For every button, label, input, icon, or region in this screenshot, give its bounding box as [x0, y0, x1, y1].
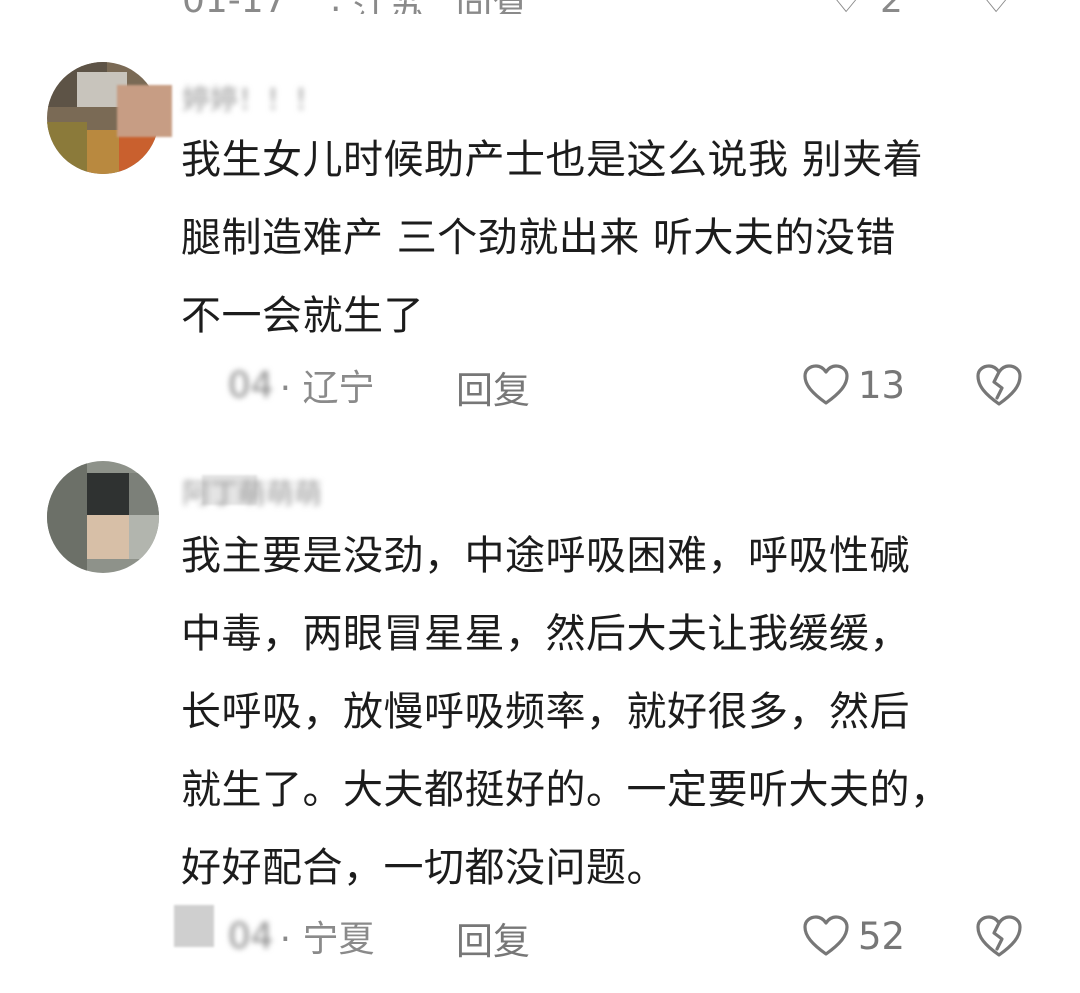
comment-meta: 04 · 辽宁	[182, 360, 375, 410]
previous-comment-location: · 江苏	[330, 0, 425, 14]
reply-button[interactable]: 回复	[456, 360, 530, 414]
previous-comment-date: 01-17	[182, 0, 287, 14]
previous-comment-meta: 01-17 · 江苏 回复 ♡ 2 ♡	[0, 0, 1080, 14]
comment-text-line: 我主要是没劲，中途呼吸困难，呼吸性碱	[181, 533, 910, 579]
comment-username[interactable]: 阿丁萌萌萌	[182, 472, 322, 512]
comment-text-line: 我生女儿时候助产士也是这么说我 别夹着	[181, 137, 924, 183]
comment-text-line: 中毒，两眼冒星星，然后大夫让我缓缓，	[181, 611, 910, 657]
heart-icon	[803, 915, 849, 956]
previous-comment-like-count: 2	[880, 0, 903, 14]
comment-text-line: 长呼吸，放慢呼吸频率，就好很多，然后	[181, 689, 910, 735]
comment-text-line: 好好配合，一切都没问题。	[181, 845, 667, 891]
comment-text: 我生女儿时候助产士也是这么说我 别夹着 腿制造难产 三个劲就出来 听大夫的没错 …	[181, 121, 1041, 355]
reply-button[interactable]: 回复	[456, 911, 530, 965]
comment-meta: 04 · 宁夏	[182, 911, 375, 961]
comment-location: · 辽宁	[279, 368, 375, 409]
previous-comment-like-icon[interactable]: ♡	[830, 0, 862, 14]
comment-text: 我主要是没劲，中途呼吸困难，呼吸性碱 中毒，两眼冒星星，然后大夫让我缓缓， 长呼…	[181, 517, 1041, 907]
comment-text-line: 就生了。大夫都挺好的。一定要听大夫的，	[181, 767, 951, 813]
previous-comment-reply-button[interactable]: 回复	[456, 0, 528, 14]
comment-text-line: 腿制造难产 三个劲就出来 听大夫的没错	[181, 215, 896, 261]
dislike-button[interactable]	[974, 913, 1024, 963]
previous-comment-dislike-icon[interactable]: ♡	[980, 0, 1012, 14]
broken-heart-icon	[976, 364, 1022, 406]
heart-icon	[803, 364, 849, 405]
comment-username[interactable]: 婷婷！！！	[182, 78, 322, 118]
comment-location: · 宁夏	[279, 919, 375, 960]
like-count: 13	[858, 363, 906, 407]
comment-text-line: 不一会就生了	[181, 293, 424, 339]
like-button[interactable]: 52	[802, 911, 905, 961]
dislike-button[interactable]	[974, 362, 1024, 412]
comment-date: 04	[227, 915, 274, 957]
broken-heart-icon	[976, 915, 1022, 957]
username-redaction	[117, 85, 172, 137]
avatar[interactable]	[47, 461, 159, 573]
like-button[interactable]: 13	[802, 360, 905, 410]
comment-date: 04	[227, 364, 274, 406]
like-count: 52	[858, 914, 906, 958]
